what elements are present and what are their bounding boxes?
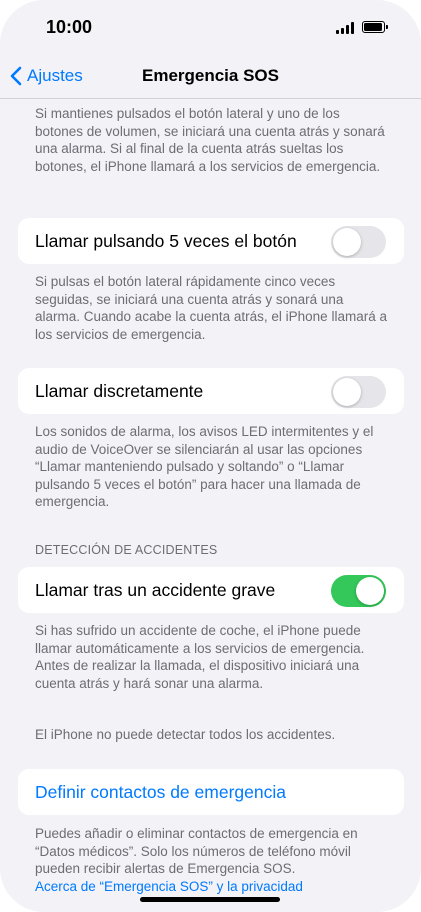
call-5-presses-toggle[interactable] [331, 226, 386, 258]
status-time: 10:00 [46, 17, 93, 37]
navigation-bar: Ajustes Emergencia SOS [0, 56, 421, 99]
call-5-presses-description: Si pulsas el botón lateral rápidamente c… [35, 274, 387, 342]
call-quietly-toggle[interactable] [331, 376, 386, 408]
setting-row-call-quietly: Llamar discretamente [18, 368, 404, 414]
emergency-contacts-row[interactable]: Definir contactos de emergencia [18, 769, 404, 815]
crash-detection-note: El iPhone no puede detectar todos los ac… [35, 727, 336, 742]
setting-label: Llamar pulsando 5 veces el botón [35, 231, 297, 251]
cellular-signal-icon [336, 22, 356, 34]
emergency-contacts-description: Puedes añadir o eliminar contactos de em… [35, 826, 358, 876]
crash-detection-description: Si has sufrido un accidente de coche, el… [35, 623, 365, 691]
status-bar: 10:00 [0, 0, 421, 56]
emergency-contacts-link[interactable]: Definir contactos de emergencia [35, 782, 286, 803]
phone-screen: 10:00 Ajustes Emergencia SOS Si mantiene… [0, 0, 421, 912]
intro-description: Si mantienes pulsados el botón lateral y… [35, 106, 385, 174]
battery-icon [362, 21, 388, 33]
home-indicator [140, 897, 280, 902]
setting-row-crash-detection: Llamar tras un accidente grave [18, 567, 404, 613]
privacy-link[interactable]: Acerca de “Emergencia SOS” y la privacid… [35, 879, 303, 894]
setting-label: Llamar tras un accidente grave [35, 580, 276, 600]
call-quietly-description: Los sonidos de alarma, los avisos LED in… [35, 424, 374, 509]
setting-label: Llamar discretamente [35, 381, 204, 401]
setting-row-call-5-presses: Llamar pulsando 5 veces el botón [18, 218, 404, 264]
section-header-crash-detection: DETECCIÓN DE ACCIDENTES [35, 543, 218, 557]
page-title: Emergencia SOS [141, 66, 279, 85]
crash-detection-toggle[interactable] [331, 575, 386, 607]
